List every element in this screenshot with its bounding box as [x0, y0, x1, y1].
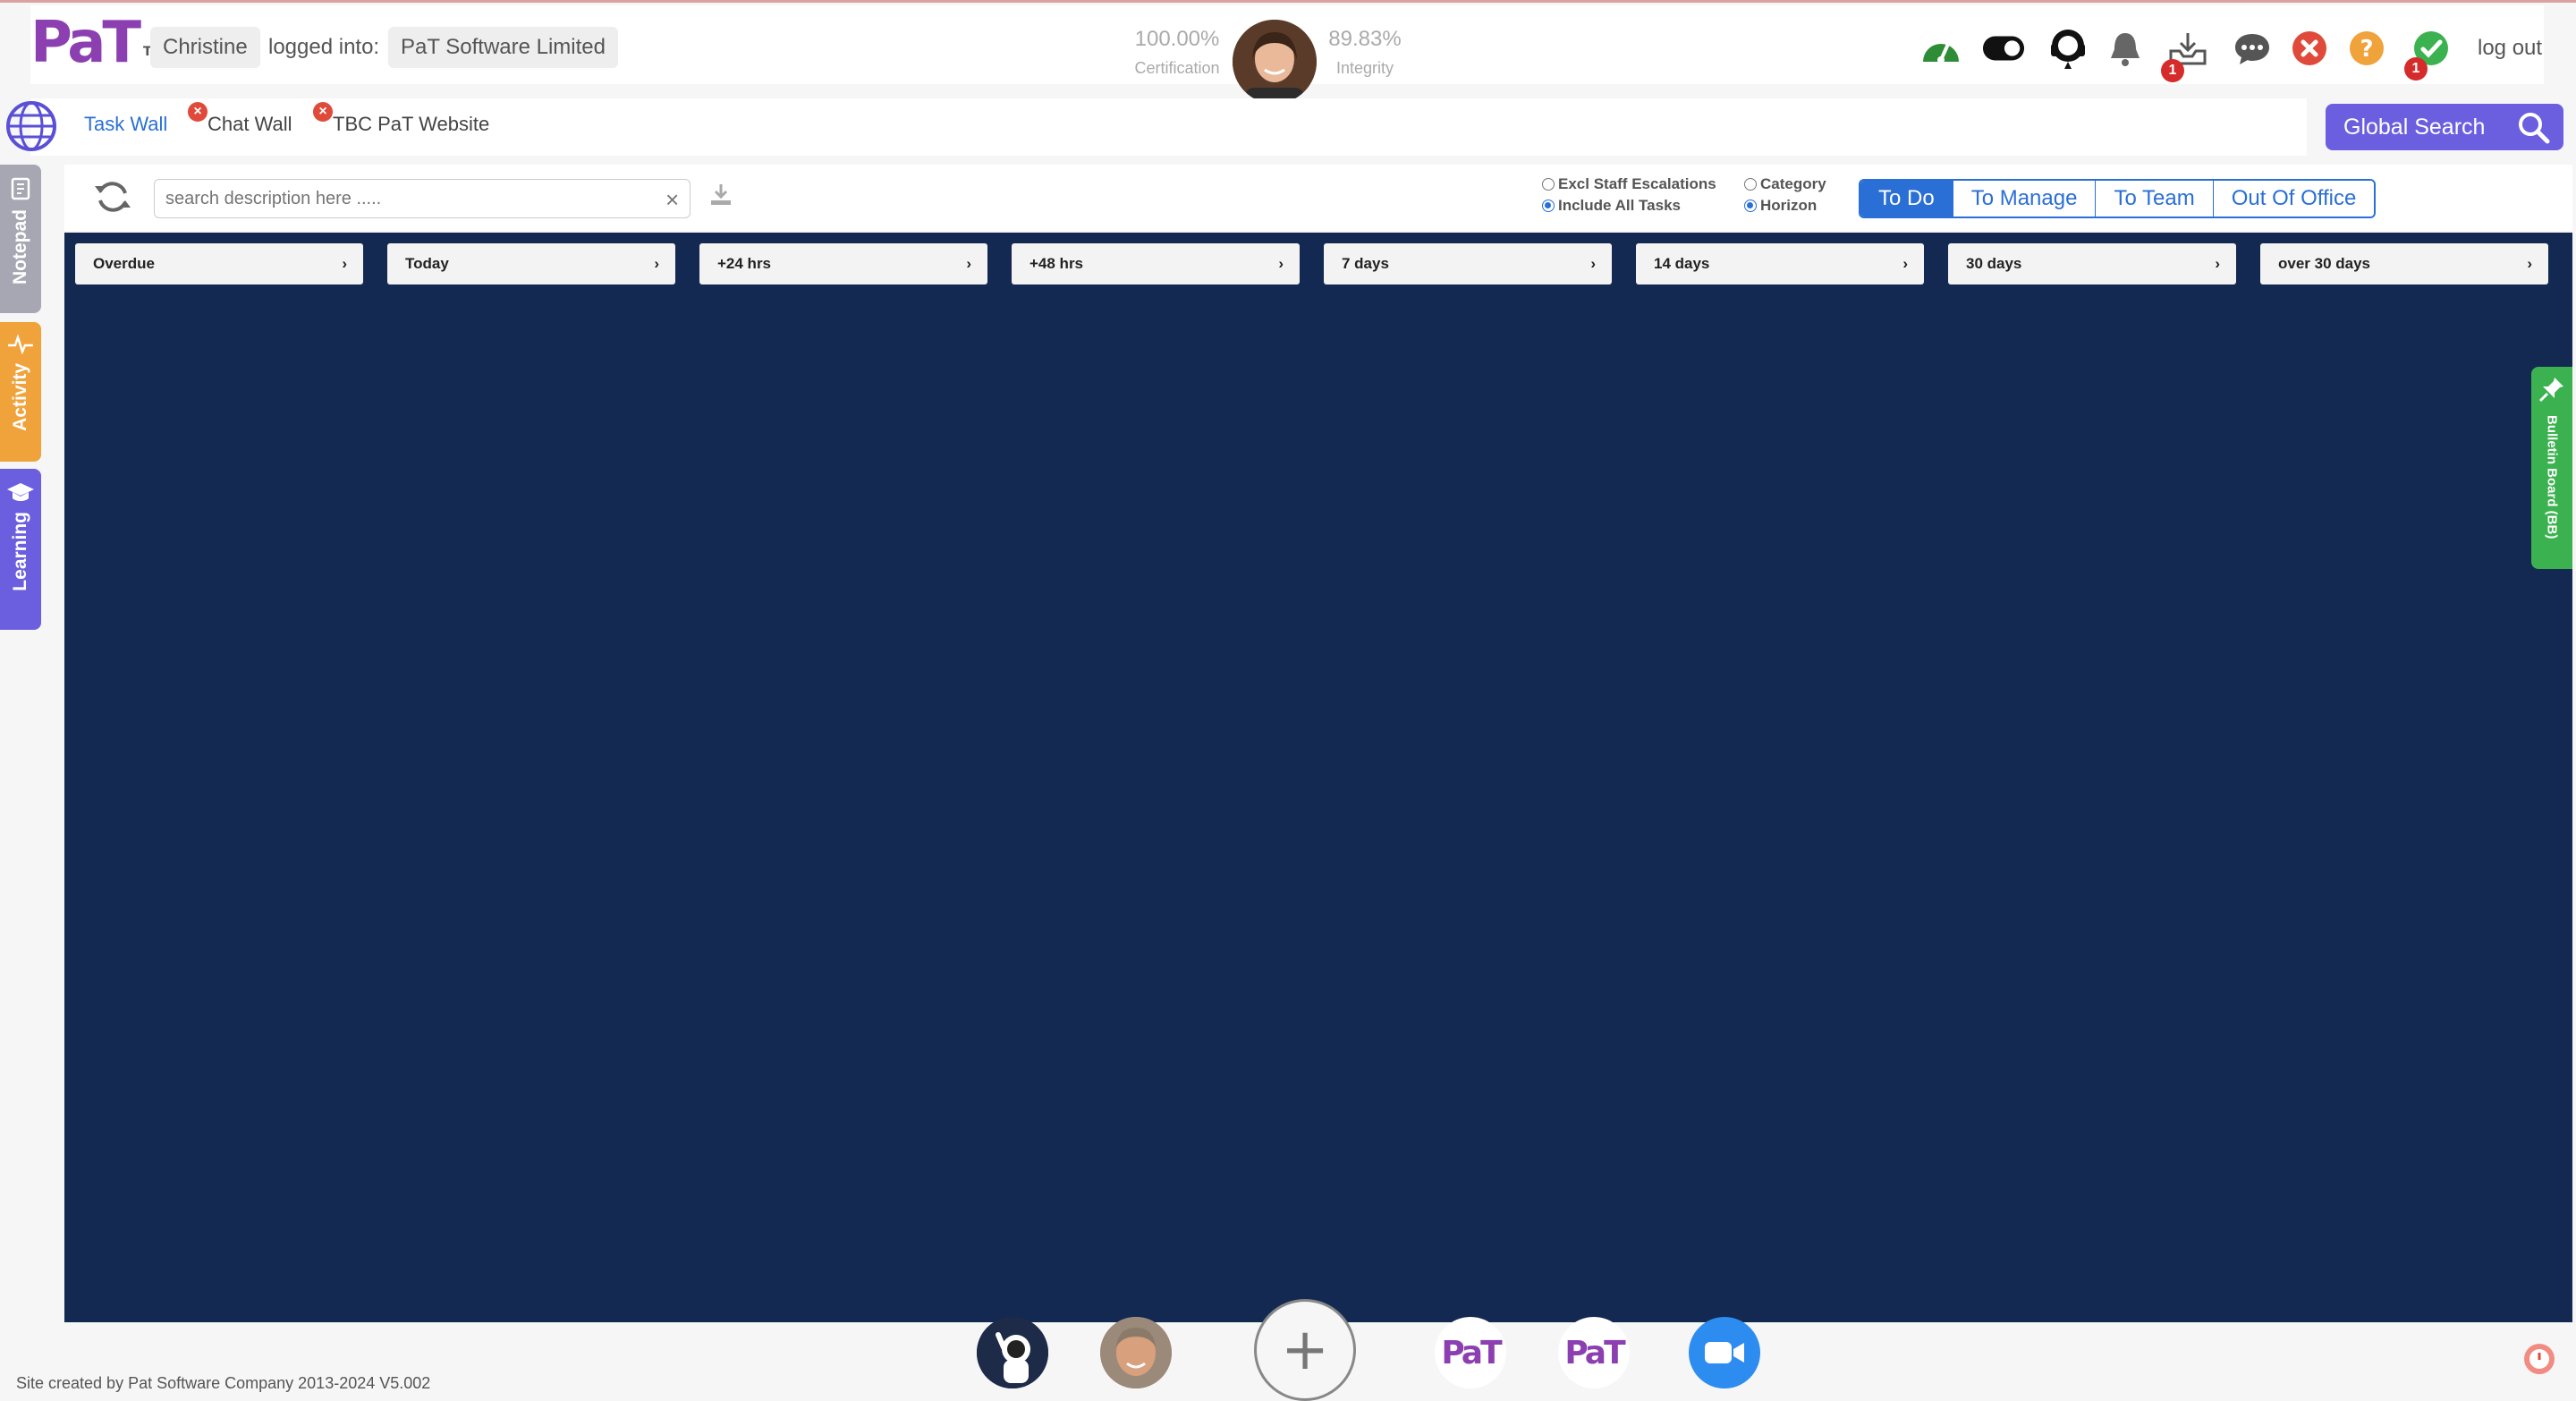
- speedometer-icon[interactable]: [1919, 27, 1962, 70]
- radio-button[interactable]: [1542, 178, 1555, 191]
- activity-side-tab[interactable]: Activity: [0, 322, 41, 462]
- column-title: 30 days: [1966, 255, 2022, 272]
- logged-into-label: logged into:: [268, 35, 380, 59]
- column-title: 14 days: [1654, 255, 1710, 272]
- bulletin-board-tab[interactable]: Bulletin Board (BB): [2531, 367, 2572, 569]
- task-board: [64, 233, 2572, 1322]
- global-search-button[interactable]: Global Search: [2326, 104, 2563, 150]
- column-today[interactable]: Today ›: [387, 243, 675, 284]
- integrity-label: Integrity: [1335, 59, 1394, 77]
- top-accent-line: [0, 0, 2576, 3]
- bulletin-board-label: Bulletin Board (BB): [2544, 415, 2560, 539]
- activity-label: Activity: [10, 363, 30, 431]
- user-avatar[interactable]: [1233, 20, 1317, 104]
- tasks-badge: 1: [2404, 57, 2428, 81]
- video-call-icon[interactable]: [1689, 1317, 1760, 1388]
- column-title: 7 days: [1342, 255, 1389, 272]
- graduation-cap-icon: [7, 483, 34, 501]
- close-icon[interactable]: ×: [188, 102, 208, 122]
- inbox-badge: 1: [2161, 59, 2184, 82]
- column-title: Overdue: [93, 255, 155, 272]
- user-name: Christine: [150, 27, 260, 68]
- chevron-right-icon[interactable]: ›: [1902, 255, 1908, 273]
- globe-icon[interactable]: [5, 100, 57, 157]
- column-30-days[interactable]: 30 days ›: [1948, 243, 2236, 284]
- column-48-hrs[interactable]: +48 hrs ›: [1012, 243, 1300, 284]
- tab-task-wall[interactable]: Task Wall: [84, 113, 167, 136]
- chat-bubble-icon[interactable]: [2231, 27, 2274, 70]
- certification-value: 100.00%: [1134, 27, 1220, 51]
- toggle-icon[interactable]: [1982, 27, 2025, 70]
- filter-excl-staff-escalations[interactable]: Excl Staff Escalations: [1542, 175, 1716, 193]
- radio-button[interactable]: [1744, 178, 1757, 191]
- sort-horizon-label: Horizon: [1760, 197, 1818, 214]
- global-search-label: Global Search: [2343, 114, 2486, 140]
- pat-logo-text: PaT: [1564, 1334, 1625, 1371]
- view-out-of-office-button[interactable]: Out Of Office: [2212, 181, 2375, 217]
- footer-credit: Site created by Pat Software Company 201…: [16, 1374, 431, 1392]
- user-avatar-dock[interactable]: [1100, 1317, 1172, 1388]
- radio-button-selected[interactable]: [1744, 200, 1757, 212]
- certification-label: Certification: [1134, 59, 1220, 77]
- close-circle-icon[interactable]: [2288, 27, 2331, 70]
- view-to-manage-button[interactable]: To Manage: [1952, 181, 2096, 217]
- view-to-do-button[interactable]: To Do: [1860, 181, 1953, 217]
- pat-logo-text: PaT: [1441, 1334, 1502, 1371]
- sort-horizon[interactable]: Horizon: [1744, 197, 1817, 215]
- column-title: Today: [405, 255, 449, 272]
- astronaut-avatar[interactable]: [977, 1317, 1048, 1388]
- learning-side-tab[interactable]: Learning: [0, 469, 41, 630]
- clear-search-icon[interactable]: ×: [665, 186, 679, 214]
- plus-icon: +: [1281, 1317, 1329, 1383]
- tab-chat-wall[interactable]: Chat Wall: [208, 113, 292, 136]
- pin-icon: [2538, 378, 2563, 403]
- column-title: over 30 days: [2278, 255, 2371, 272]
- view-switcher: To Do To Manage To Team Out Of Office: [1859, 179, 2377, 218]
- column-over-30-days[interactable]: over 30 days ›: [2260, 243, 2548, 284]
- chevron-right-icon[interactable]: ›: [1278, 255, 1284, 273]
- chevron-right-icon[interactable]: ›: [654, 255, 659, 273]
- notepad-icon: [11, 177, 30, 200]
- bell-icon[interactable]: [2104, 27, 2147, 70]
- search-input[interactable]: [154, 179, 691, 218]
- pat-app-icon[interactable]: PaT: [1558, 1317, 1630, 1388]
- chevron-right-icon[interactable]: ›: [966, 255, 971, 273]
- column-overdue[interactable]: Overdue ›: [75, 243, 363, 284]
- chevron-right-icon[interactable]: ›: [2527, 255, 2532, 273]
- radio-button-selected[interactable]: [1542, 200, 1555, 212]
- learning-label: Learning: [10, 512, 30, 591]
- column-14-days[interactable]: 14 days ›: [1636, 243, 1924, 284]
- view-to-team-button[interactable]: To Team: [2095, 181, 2213, 217]
- notepad-side-tab[interactable]: Notepad: [0, 165, 41, 313]
- download-icon[interactable]: [708, 183, 733, 212]
- pat-logo[interactable]: PaTTM: [30, 14, 165, 72]
- pat-app-icon[interactable]: PaT: [1435, 1317, 1506, 1388]
- filter-include-label: Include All Tasks: [1558, 197, 1681, 214]
- chevron-right-icon[interactable]: ›: [1590, 255, 1596, 273]
- column-title: +48 hrs: [1030, 255, 1084, 272]
- column-title: +24 hrs: [717, 255, 772, 272]
- notification-alarm-icon[interactable]: [2522, 1342, 2556, 1380]
- svg-text:?: ?: [2360, 36, 2373, 63]
- close-icon[interactable]: ×: [313, 102, 333, 122]
- filter-excl-label: Excl Staff Escalations: [1558, 175, 1716, 192]
- activity-pulse-icon: [8, 335, 33, 354]
- notepad-label: Notepad: [10, 209, 30, 284]
- add-button[interactable]: +: [1254, 1299, 1356, 1401]
- refresh-icon[interactable]: [93, 177, 132, 221]
- headset-icon[interactable]: [2046, 27, 2089, 70]
- sort-category[interactable]: Category: [1744, 175, 1826, 193]
- search-icon: [2519, 113, 2550, 144]
- company-name: PaT Software Limited: [388, 27, 618, 68]
- chevron-right-icon[interactable]: ›: [2215, 255, 2220, 273]
- logout-link[interactable]: log out: [2478, 36, 2542, 61]
- integrity-value: 89.83%: [1328, 27, 1402, 51]
- column-24-hrs[interactable]: +24 hrs ›: [699, 243, 987, 284]
- tab-tbc-pat-website[interactable]: TBC PaT Website: [333, 113, 489, 136]
- chevron-right-icon[interactable]: ›: [342, 255, 347, 273]
- help-icon[interactable]: ?: [2345, 27, 2388, 70]
- sort-category-label: Category: [1760, 175, 1826, 192]
- column-7-days[interactable]: 7 days ›: [1324, 243, 1612, 284]
- filter-include-all-tasks[interactable]: Include All Tasks: [1542, 197, 1681, 215]
